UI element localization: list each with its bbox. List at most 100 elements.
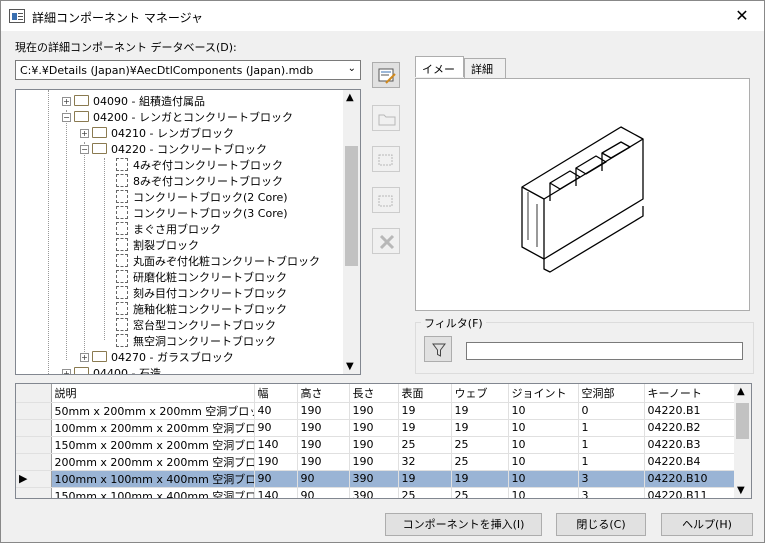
column-header[interactable]: 説明 <box>51 384 255 403</box>
scroll-down-icon[interactable]: ▼ <box>346 361 354 372</box>
table-cell[interactable]: 90 <box>254 470 298 488</box>
table-cell[interactable]: 390 <box>349 487 399 498</box>
table-cell[interactable]: 190 <box>297 453 350 471</box>
tree-item[interactable]: 窓台型コンクリートブロック <box>116 318 276 334</box>
column-header[interactable]: ジョイント <box>508 384 579 403</box>
column-header[interactable]: 幅 <box>254 384 298 403</box>
tree-item[interactable]: まぐさ用ブロック <box>116 222 221 238</box>
table-cell[interactable]: 100mm x 100mm x 400mm 空洞ブロッ <box>51 470 255 488</box>
row-marker[interactable] <box>16 436 52 454</box>
table-cell[interactable]: 50mm x 200mm x 200mm 空洞ブロック <box>51 402 255 420</box>
table-cell[interactable]: 1 <box>578 436 645 454</box>
table-cell[interactable]: 25 <box>398 436 452 454</box>
table-cell[interactable]: 19 <box>398 402 452 420</box>
table-cell[interactable]: 190 <box>297 436 350 454</box>
row-marker[interactable] <box>16 453 52 471</box>
tree-scrollbar[interactable]: ▲ ▼ <box>343 90 360 374</box>
tree-item[interactable]: 無空洞コンクリートブロック <box>116 334 276 350</box>
table-cell[interactable]: 190 <box>349 436 399 454</box>
table-cell[interactable]: 140 <box>254 436 298 454</box>
add-group-button[interactable] <box>372 105 400 131</box>
table-row[interactable]: 100mm x 200mm x 200mm 空洞ブロッ 90 190 190 1… <box>16 419 736 437</box>
table-cell[interactable]: 190 <box>297 402 350 420</box>
table-cell[interactable]: 19 <box>451 470 509 488</box>
column-header[interactable]: ウェブ <box>451 384 509 403</box>
filter-input[interactable] <box>466 342 743 360</box>
tree-item[interactable]: 丸面みぞ付化粧コンクリートブロック <box>116 254 320 270</box>
row-marker[interactable] <box>16 419 52 437</box>
tree-item[interactable]: − 04200 - レンガとコンクリートブロック <box>62 110 293 126</box>
expand-icon[interactable]: + <box>62 369 71 374</box>
table-cell[interactable]: 190 <box>349 419 399 437</box>
row-marker[interactable]: ▶ <box>16 470 52 488</box>
expand-icon[interactable]: + <box>80 129 89 138</box>
row-marker[interactable] <box>16 487 52 498</box>
table-cell[interactable]: 04220.B10 <box>644 470 736 488</box>
table-cell[interactable]: 19 <box>398 470 452 488</box>
column-header[interactable]: 空洞部 <box>578 384 645 403</box>
tree-item[interactable]: コンクリートブロック(3 Core) <box>116 206 288 222</box>
table-cell[interactable]: 190 <box>254 453 298 471</box>
table-cell[interactable]: 04220.B1 <box>644 402 736 420</box>
edit-component-button[interactable] <box>372 187 400 213</box>
table-row[interactable]: 50mm x 200mm x 200mm 空洞ブロック 40 190 190 1… <box>16 402 736 420</box>
expand-icon[interactable]: + <box>80 353 89 362</box>
table-cell[interactable]: 10 <box>508 436 579 454</box>
table-cell[interactable]: 3 <box>578 470 645 488</box>
tree-item[interactable]: +04210 - レンガブロック <box>80 126 234 142</box>
collapse-icon[interactable]: − <box>80 145 89 154</box>
column-header[interactable]: 長さ <box>349 384 399 403</box>
edit-database-button[interactable] <box>372 62 400 88</box>
table-cell[interactable]: 04220.B2 <box>644 419 736 437</box>
table-cell[interactable]: 190 <box>349 402 399 420</box>
table-cell[interactable]: 3 <box>578 487 645 498</box>
table-cell[interactable]: 1 <box>578 419 645 437</box>
help-button[interactable]: ヘルプ(H) <box>661 513 753 536</box>
table-cell[interactable]: 25 <box>451 487 509 498</box>
scroll-up-icon[interactable]: ▲ <box>346 92 354 103</box>
table-cell[interactable]: 10 <box>508 487 579 498</box>
column-header[interactable]: 高さ <box>297 384 350 403</box>
table-cell[interactable]: 150mm x 100mm x 400mm 空洞ブロッ <box>51 487 255 498</box>
table-cell[interactable]: 04220.B3 <box>644 436 736 454</box>
tree-item[interactable]: 刻み目付コンクリートブロック <box>116 286 287 302</box>
table-cell[interactable]: 390 <box>349 470 399 488</box>
table-cell[interactable]: 0 <box>578 402 645 420</box>
scrollbar-thumb[interactable] <box>345 146 358 266</box>
table-row-selected[interactable]: ▶ 100mm x 100mm x 400mm 空洞ブロッ 90 90 390 … <box>16 470 736 488</box>
table-row[interactable]: 150mm x 200mm x 200mm 空洞ブロッ 140 190 190 … <box>16 436 736 454</box>
table-cell[interactable]: 90 <box>297 470 350 488</box>
tree-item[interactable]: +04270 - ガラスブロック <box>80 350 234 366</box>
scroll-down-icon[interactable]: ▼ <box>737 485 745 496</box>
table-row[interactable]: 150mm x 100mm x 400mm 空洞ブロッ 140 90 390 2… <box>16 487 736 498</box>
table-cell[interactable]: 40 <box>254 402 298 420</box>
table-cell[interactable]: 25 <box>451 436 509 454</box>
table-cell[interactable]: 200mm x 200mm x 200mm 空洞ブロッ <box>51 453 255 471</box>
table-cell[interactable]: 19 <box>451 419 509 437</box>
close-window-button[interactable]: ✕ <box>720 1 764 31</box>
tree-item[interactable]: 割裂ブロック <box>116 238 199 254</box>
close-button[interactable]: 閉じる(C) <box>556 513 646 536</box>
table-cell[interactable]: 90 <box>254 419 298 437</box>
table-cell[interactable]: 32 <box>398 453 452 471</box>
insert-component-button[interactable]: コンポーネントを挿入(I) <box>385 513 542 536</box>
table-scrollbar[interactable]: ▲ ▼ <box>734 384 751 498</box>
delete-button[interactable] <box>372 228 400 254</box>
table-cell[interactable]: 140 <box>254 487 298 498</box>
scroll-up-icon[interactable]: ▲ <box>737 386 745 397</box>
table-row[interactable]: 200mm x 200mm x 200mm 空洞ブロッ 190 190 190 … <box>16 453 736 471</box>
tree-item[interactable]: 施釉化粧コンクリートブロック <box>116 302 287 318</box>
table-cell[interactable]: 190 <box>349 453 399 471</box>
add-component-button[interactable] <box>372 146 400 172</box>
table-cell[interactable]: 04220.B4 <box>644 453 736 471</box>
tree-item[interactable]: 研磨化粧コンクリートブロック <box>116 270 287 286</box>
table-cell[interactable]: 1 <box>578 453 645 471</box>
column-header[interactable]: 表面 <box>398 384 452 403</box>
scrollbar-thumb[interactable] <box>736 403 749 439</box>
tab-image[interactable]: イメージ <box>415 56 464 92</box>
tree-item[interactable]: +04400 - 石造 <box>62 366 161 374</box>
table-cell[interactable]: 19 <box>398 419 452 437</box>
component-tree[interactable]: +04090 - 組積造付属品 −04200 - レンガとコンクリートブロック … <box>15 89 361 375</box>
table-cell[interactable]: 90 <box>297 487 350 498</box>
table-cell[interactable]: 10 <box>508 470 579 488</box>
